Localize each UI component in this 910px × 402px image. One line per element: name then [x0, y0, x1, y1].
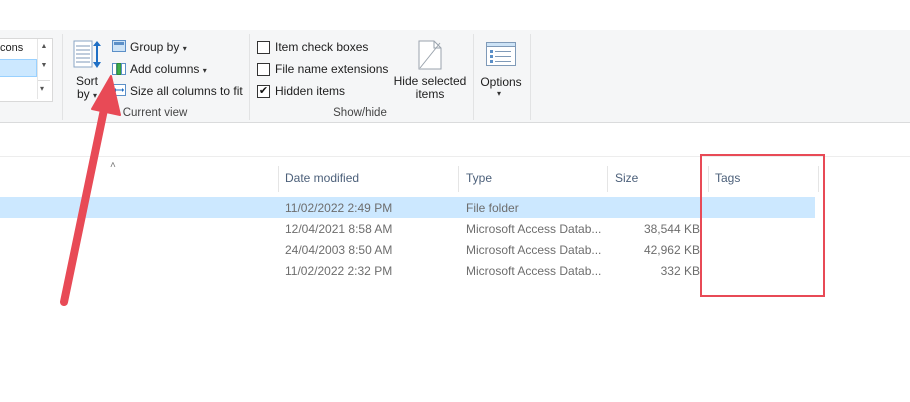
- row-type: File folder: [466, 201, 519, 215]
- file-row[interactable]: 11/02/2022 2:32 PM Microsoft Access Data…: [0, 260, 815, 281]
- ribbon-separator: [530, 34, 531, 120]
- hidden-items-label: Hidden items: [275, 84, 346, 98]
- group-by-icon: [112, 40, 126, 52]
- row-date-modified: 11/02/2022 2:49 PM: [285, 201, 393, 215]
- column-divider[interactable]: [607, 166, 608, 192]
- group-by-label: Group by ▾: [130, 40, 187, 54]
- sort-by-caret-icon: ▾: [93, 91, 98, 100]
- column-header-size[interactable]: Size: [615, 171, 638, 185]
- row-date-modified: 12/04/2021 8:58 AM: [285, 222, 393, 236]
- column-header-date-modified[interactable]: Date modified: [285, 171, 359, 185]
- hide-selected-items-label: Hide selected items: [393, 74, 467, 101]
- column-header-type[interactable]: Type: [466, 171, 492, 185]
- file-name-extensions-checkbox[interactable]: [257, 63, 270, 76]
- group-by-caret-icon: ▾: [182, 44, 187, 53]
- scroll-down-icon[interactable]: ▼: [39, 62, 49, 69]
- options-button[interactable]: Options ▾: [477, 38, 525, 102]
- row-type: Microsoft Access Datab...: [466, 264, 602, 278]
- show-hide-group-label: Show/hide: [333, 107, 387, 119]
- options-label: Options: [480, 75, 522, 89]
- add-columns-caret-icon: ▾: [202, 66, 207, 75]
- tags-column-highlight-box: [700, 154, 825, 297]
- gallery-expand-button[interactable]: ▾: [38, 80, 50, 99]
- options-icon: [486, 42, 516, 66]
- expand-gallery-icon: ▾: [40, 84, 45, 93]
- ribbon-separator: [62, 34, 63, 120]
- sort-by-button[interactable]: Sort by ▾: [68, 36, 108, 102]
- file-row[interactable]: 11/02/2022 2:49 PM File folder: [0, 197, 815, 218]
- row-type: Microsoft Access Datab...: [466, 222, 602, 236]
- current-view-group-label: Current view: [122, 107, 188, 119]
- column-divider[interactable]: [458, 166, 459, 192]
- ribbon-tab-strip: [0, 0, 910, 30]
- column-divider[interactable]: [278, 166, 279, 192]
- file-row[interactable]: 12/04/2021 8:58 AM Microsoft Access Data…: [0, 218, 815, 239]
- size-columns-icon: [112, 84, 126, 96]
- row-date-modified: 24/04/2003 8:50 AM: [285, 243, 393, 257]
- options-caret-icon: ▾: [497, 89, 502, 98]
- hide-selected-items-button[interactable]: Hide selected items: [392, 38, 468, 102]
- size-all-columns-label: Size all columns to fit: [130, 84, 243, 98]
- scroll-up-icon[interactable]: ▲: [39, 43, 49, 50]
- row-size: 42,962 KB: [643, 243, 700, 257]
- item-check-boxes-label: Item check boxes: [275, 40, 369, 54]
- row-type: Microsoft Access Datab...: [466, 243, 602, 257]
- hide-document-icon: [418, 40, 442, 70]
- ribbon-separator: [473, 34, 474, 120]
- sort-ascending-icon: ˄: [110, 160, 116, 171]
- layout-option-selected[interactable]: [0, 59, 37, 77]
- row-date-modified: 11/02/2022 2:32 PM: [285, 264, 393, 278]
- sort-by-icon: [73, 40, 101, 68]
- hidden-items-checkbox[interactable]: ✔: [257, 85, 270, 98]
- row-size: 332 KB: [660, 264, 700, 278]
- file-name-extensions-label: File name extensions: [275, 62, 389, 76]
- ribbon-separator: [249, 34, 250, 120]
- layout-option-icons[interactable]: cons: [0, 42, 23, 54]
- row-size: 38,544 KB: [643, 222, 700, 236]
- add-columns-label: Add columns ▾: [130, 62, 207, 76]
- file-row[interactable]: 24/04/2003 8:50 AM Microsoft Access Data…: [0, 239, 815, 260]
- add-columns-icon: [112, 63, 126, 75]
- item-check-boxes-checkbox[interactable]: [257, 41, 270, 54]
- checkmark-icon: ✔: [258, 85, 269, 97]
- sort-by-label: Sort by ▾: [75, 74, 98, 101]
- ribbon-divider: [0, 122, 910, 123]
